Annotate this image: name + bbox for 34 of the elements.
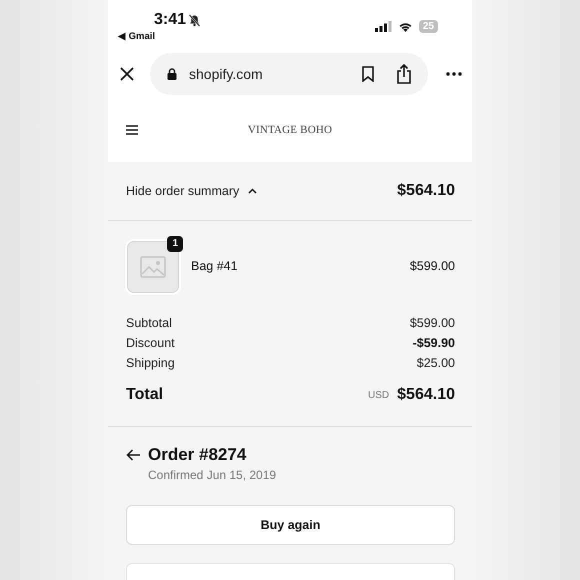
line-value: $25.00: [416, 356, 455, 370]
line-value: $599.00: [410, 316, 455, 330]
order-date: Confirmed Jun 15, 2019: [148, 468, 278, 482]
chevron-icon: [248, 188, 258, 194]
status-time: 3:41: [154, 11, 186, 29]
back-to-app-link[interactable]: ◀ Gmail: [118, 30, 202, 42]
quantity-badge: 1: [167, 236, 183, 252]
line-value: -$59.90: [412, 336, 455, 350]
total-amount: $564.10: [397, 386, 455, 404]
signal-icon: [374, 21, 392, 32]
line-label: Shipping: [126, 356, 175, 370]
more-icon[interactable]: [446, 72, 462, 76]
product-name: Bag #41: [191, 259, 239, 273]
address-bar[interactable]: shopify.com: [150, 53, 428, 95]
menu-icon[interactable]: [126, 125, 138, 135]
currency-code: USD: [368, 390, 390, 400]
bookmark-icon[interactable]: [362, 66, 374, 82]
image-placeholder-icon: [140, 256, 166, 278]
order-title: Order #8274: [148, 445, 246, 465]
buy-again-button[interactable]: Buy again: [126, 505, 455, 545]
battery-indicator: 25: [418, 20, 438, 33]
summary-total: $564.10: [397, 182, 455, 200]
lock-icon: [167, 68, 177, 80]
share-icon[interactable]: [396, 64, 412, 84]
line-label: Discount: [126, 336, 175, 350]
back-arrow-icon[interactable]: [126, 449, 140, 461]
wifi-icon: [398, 21, 413, 32]
store-logo[interactable]: VINTAGE BOHO: [248, 124, 332, 136]
product-price: $599.00: [410, 259, 455, 273]
order-summary-toggle[interactable]: Hide order summary: [126, 184, 258, 198]
line-label: Subtotal: [126, 316, 172, 330]
url-text: shopify.com: [189, 66, 263, 82]
close-icon[interactable]: [120, 67, 134, 81]
total-label: Total: [126, 386, 164, 404]
